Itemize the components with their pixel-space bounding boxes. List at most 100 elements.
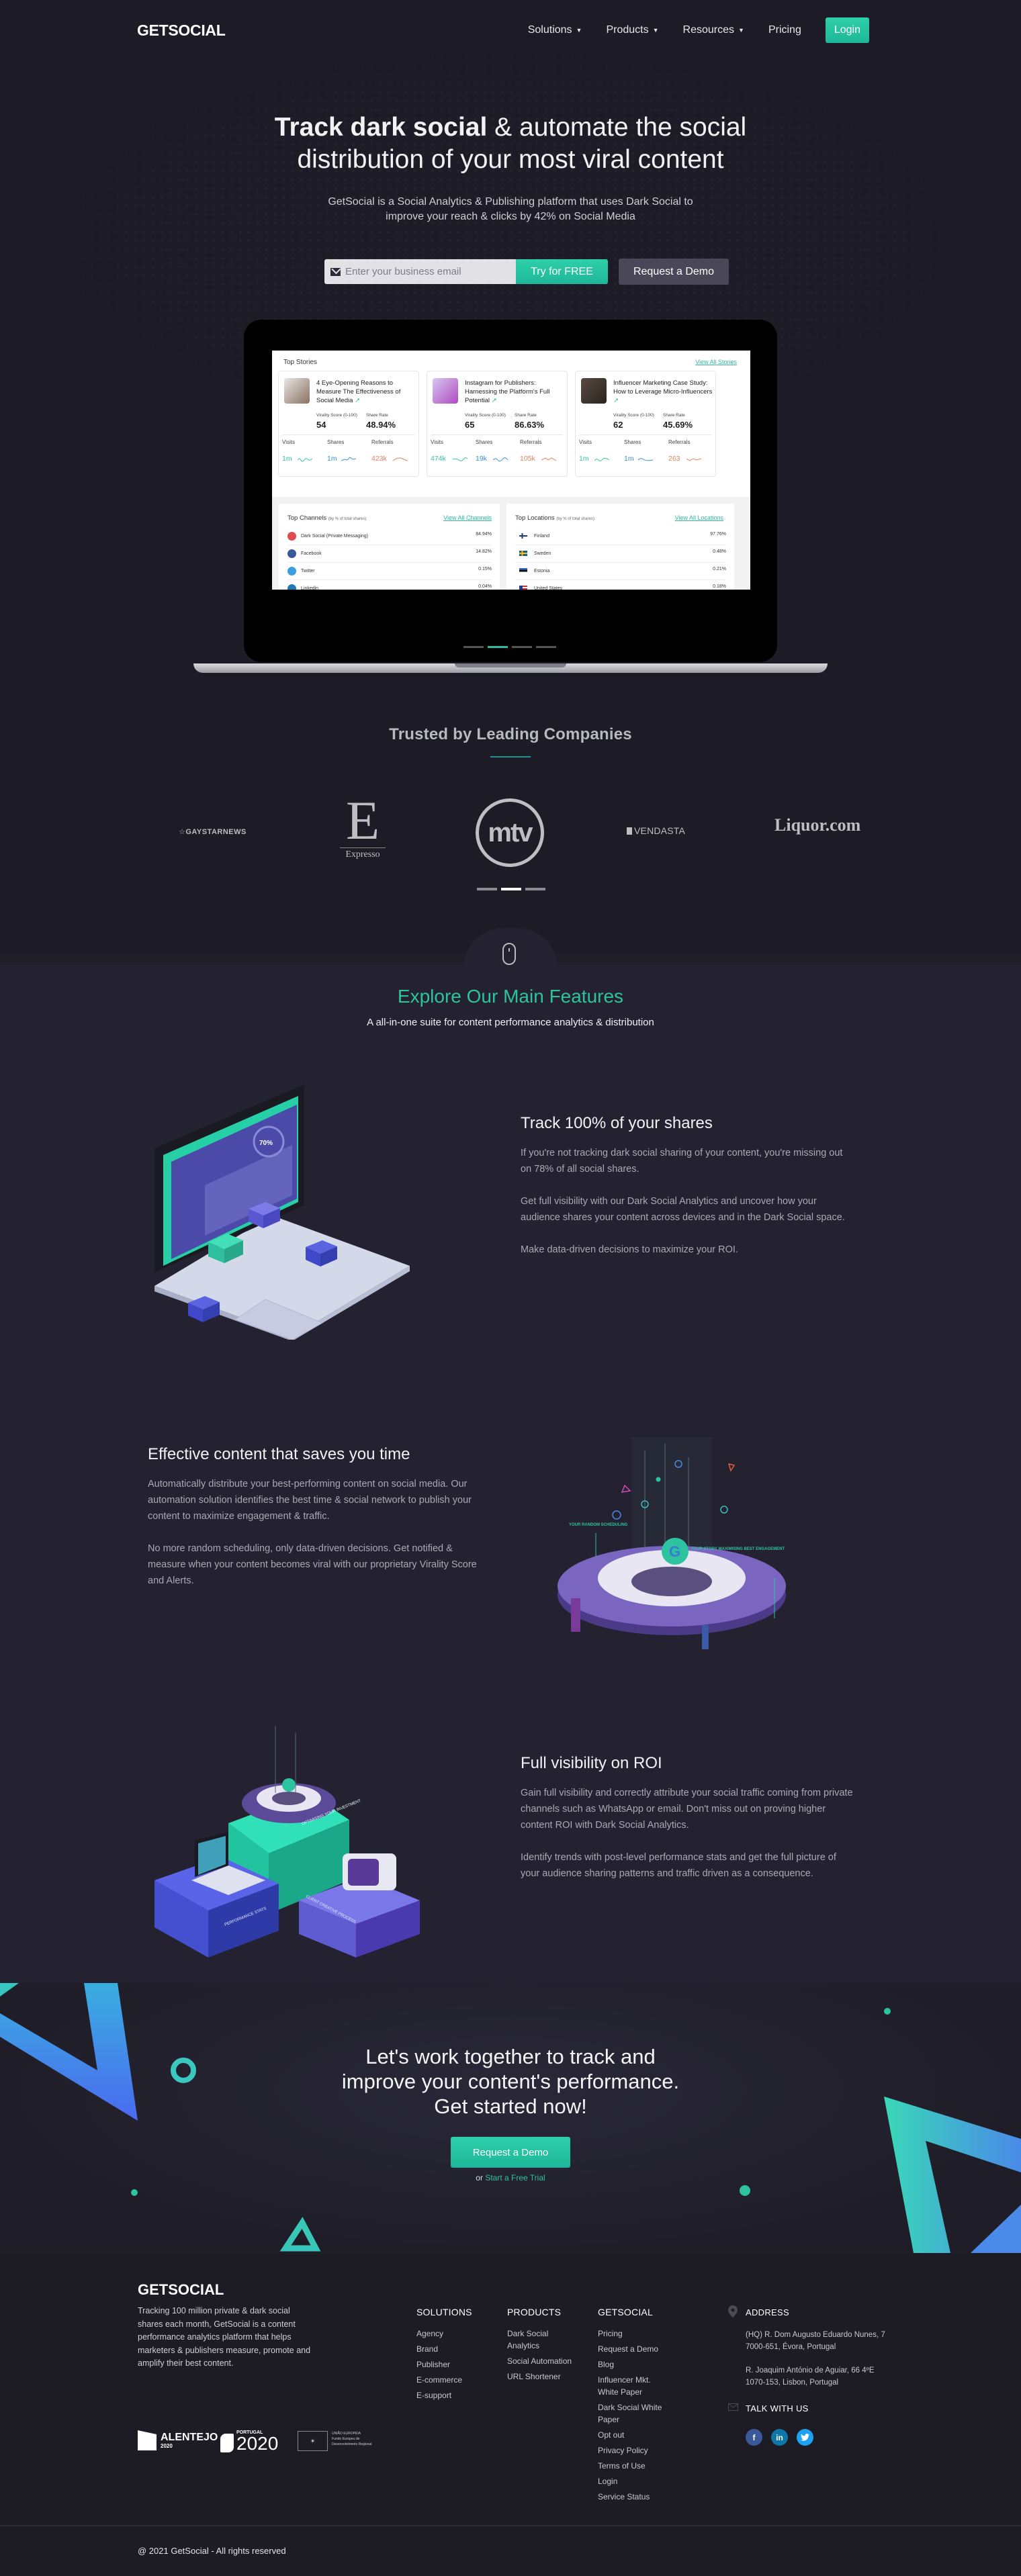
visits-label: Visits xyxy=(579,439,592,445)
share-rate-label: Share Rate xyxy=(663,413,685,418)
story-card[interactable]: Instagram for Publishers: Harnessing the… xyxy=(427,371,568,477)
hero-section: GETSOCIAL Solutions ▼ Products ▼ Resources… xyxy=(0,0,1021,954)
location-row[interactable]: Finland 97.76% xyxy=(515,528,726,545)
dashboard-screenshot: Top Stories View All Stories 4 Eye-Openi… xyxy=(272,351,750,590)
carousel-dot[interactable] xyxy=(463,646,484,648)
footer-link[interactable]: Social Automation xyxy=(507,2355,574,2367)
hero-title-rest: & automate the social xyxy=(487,113,747,142)
footer-link[interactable]: Request a Demo xyxy=(598,2343,665,2355)
portugal-mark-icon xyxy=(220,2434,234,2452)
try-free-button[interactable]: Try for FREE xyxy=(516,259,608,284)
triangle-shape xyxy=(0,1983,19,1996)
scroll-mouse-icon[interactable] xyxy=(502,943,516,965)
footer-logo[interactable]: GETSOCIAL xyxy=(138,2281,224,2299)
channel-row[interactable]: Linkedin 0.04% xyxy=(287,580,492,590)
laptop-analytics-illustration: 70% xyxy=(154,1085,410,1340)
dashboard-carousel-indicators xyxy=(463,646,556,648)
location-name: Finland xyxy=(534,534,549,539)
footer-description: Tracking 100 million private & dark soci… xyxy=(138,2306,311,2368)
channels-title-text: Top Channels xyxy=(287,514,327,522)
view-all-channels-link[interactable]: View All Channels xyxy=(443,514,492,521)
twitter-bird-glyph xyxy=(801,2434,809,2441)
roi-podium-illustration: OPTIMISING YOUR INVESTMENT PERFORMANCE S… xyxy=(154,1726,420,1958)
twitter-icon[interactable] xyxy=(797,2429,813,2446)
story-title-text: Instagram for Publishers: Harnessing the… xyxy=(465,379,550,404)
footer-link[interactable]: Pricing xyxy=(598,2328,665,2340)
email-input[interactable] xyxy=(345,266,506,277)
linkedin-icon[interactable]: in xyxy=(771,2429,788,2446)
logo-expresso: E Expresso xyxy=(336,793,390,860)
story-title[interactable]: Influencer Marketing Case Study: How to … xyxy=(613,379,713,405)
channel-row[interactable]: Dark Social (Private Messaging) 84.94% xyxy=(287,528,492,545)
facebook-icon[interactable]: f xyxy=(746,2429,762,2446)
view-all-stories-link[interactable]: View All Stories xyxy=(695,359,737,365)
footer-link[interactable]: Influencer Mkt. White Paper xyxy=(598,2374,665,2398)
location-row[interactable]: United States 0.18% xyxy=(515,580,726,590)
story-title[interactable]: 4 Eye-Opening Reasons to Measure The Eff… xyxy=(316,379,416,405)
nav-products[interactable]: Products ▼ xyxy=(606,24,658,36)
carousel-dot[interactable] xyxy=(536,646,556,648)
logo-gaystarnews: ☆GAYSTARNEWS xyxy=(179,827,247,836)
carousel-dot[interactable] xyxy=(488,646,508,648)
logo-expresso-text: Expresso xyxy=(340,847,386,860)
footer-link[interactable]: URL Shortener xyxy=(507,2371,574,2383)
footer-solutions-heading: SOLUTIONS xyxy=(416,2307,472,2317)
channel-name: Facebook xyxy=(301,551,322,556)
login-button[interactable]: Login xyxy=(825,17,869,43)
estonia-flag-icon xyxy=(519,568,527,573)
channel-percent: 0.15% xyxy=(478,567,492,571)
nav-resources[interactable]: Resources ▼ xyxy=(683,24,744,36)
footer-link[interactable]: E-commerce xyxy=(416,2374,490,2386)
address-line: (HQ) R. Dom Augusto Eduardo Nunes, 7 xyxy=(746,2331,885,2339)
location-row[interactable]: Estonia 0.21% xyxy=(515,563,726,580)
logo[interactable]: GETSOCIAL xyxy=(137,21,226,40)
footer-link[interactable]: Dark Social Analytics xyxy=(507,2328,574,2352)
top-stories-title: Top Stories xyxy=(283,359,318,366)
feature-3-heading: Full visibility on ROI xyxy=(521,1754,662,1772)
footer-link[interactable]: Brand xyxy=(416,2343,490,2355)
footer-link[interactable]: Agency xyxy=(416,2328,490,2340)
footer-link[interactable]: Publisher xyxy=(416,2358,490,2371)
envelope-icon xyxy=(728,2403,738,2411)
story-card[interactable]: 4 Eye-Opening Reasons to Measure The Eff… xyxy=(278,371,419,477)
usa-flag-icon xyxy=(519,586,527,590)
visits-sparkline xyxy=(298,458,312,462)
carousel-dot[interactable] xyxy=(477,888,497,890)
footer-link[interactable]: E-support xyxy=(416,2389,490,2401)
divider xyxy=(283,434,414,435)
logo-vendasta: VENDASTA xyxy=(627,825,685,836)
view-all-locations-link[interactable]: View All Locations xyxy=(675,514,723,521)
start-free-trial-link[interactable]: Start a Free Trial xyxy=(485,2173,545,2182)
location-row[interactable]: Sweden 0.48% xyxy=(515,545,726,563)
nav-resources-label: Resources xyxy=(682,24,735,36)
carousel-dot[interactable] xyxy=(512,646,532,648)
logo-mtv-text: mtv xyxy=(488,817,533,847)
shares-value: 19k xyxy=(476,455,487,463)
cta-request-demo-button[interactable]: Request a Demo xyxy=(451,2137,570,2168)
story-card[interactable]: Influencer Marketing Case Study: How to … xyxy=(575,371,716,477)
footer-link[interactable]: Service Status xyxy=(598,2491,665,2503)
portugal-year: 2020 xyxy=(236,2433,279,2454)
nav-solutions[interactable]: Solutions ▼ xyxy=(528,24,582,36)
footer-link[interactable]: Opt out xyxy=(598,2429,665,2441)
eu-name: UNIÃO EUROPEIA xyxy=(332,2432,361,2436)
channel-row[interactable]: Twitter 0.15% xyxy=(287,563,492,580)
nav-pricing[interactable]: Pricing xyxy=(768,24,801,36)
footer-link[interactable]: Blog xyxy=(598,2358,665,2371)
story-title[interactable]: Instagram for Publishers: Harnessing the… xyxy=(465,379,564,405)
top-locations-title: Top Locations (by % of total shares) xyxy=(515,514,594,522)
footer-link[interactable]: Login xyxy=(598,2475,665,2487)
footer-link[interactable]: Privacy Policy xyxy=(598,2444,665,2456)
carousel-dot[interactable] xyxy=(525,888,545,890)
top-channels-title: Top Channels (by % of total shares) xyxy=(287,514,366,522)
channel-name: Dark Social (Private Messaging) xyxy=(301,534,368,539)
maximising-engagement-label: YOUR STORY MAXIMISING BEST ENGAGEMENT & … xyxy=(691,1547,786,1551)
footer-link[interactable]: Dark Social White Paper xyxy=(598,2401,665,2426)
cta-alternative: or Start a Free Trial xyxy=(0,2173,1021,2182)
carousel-dot[interactable] xyxy=(501,888,521,890)
feature-1-body: If you're not tracking dark social shari… xyxy=(521,1145,850,1274)
referrals-label: Referrals xyxy=(371,439,394,445)
request-demo-button[interactable]: Request a Demo xyxy=(619,259,729,285)
channel-row[interactable]: Facebook 14.82% xyxy=(287,545,492,563)
footer-link[interactable]: Terms of Use xyxy=(598,2460,665,2472)
